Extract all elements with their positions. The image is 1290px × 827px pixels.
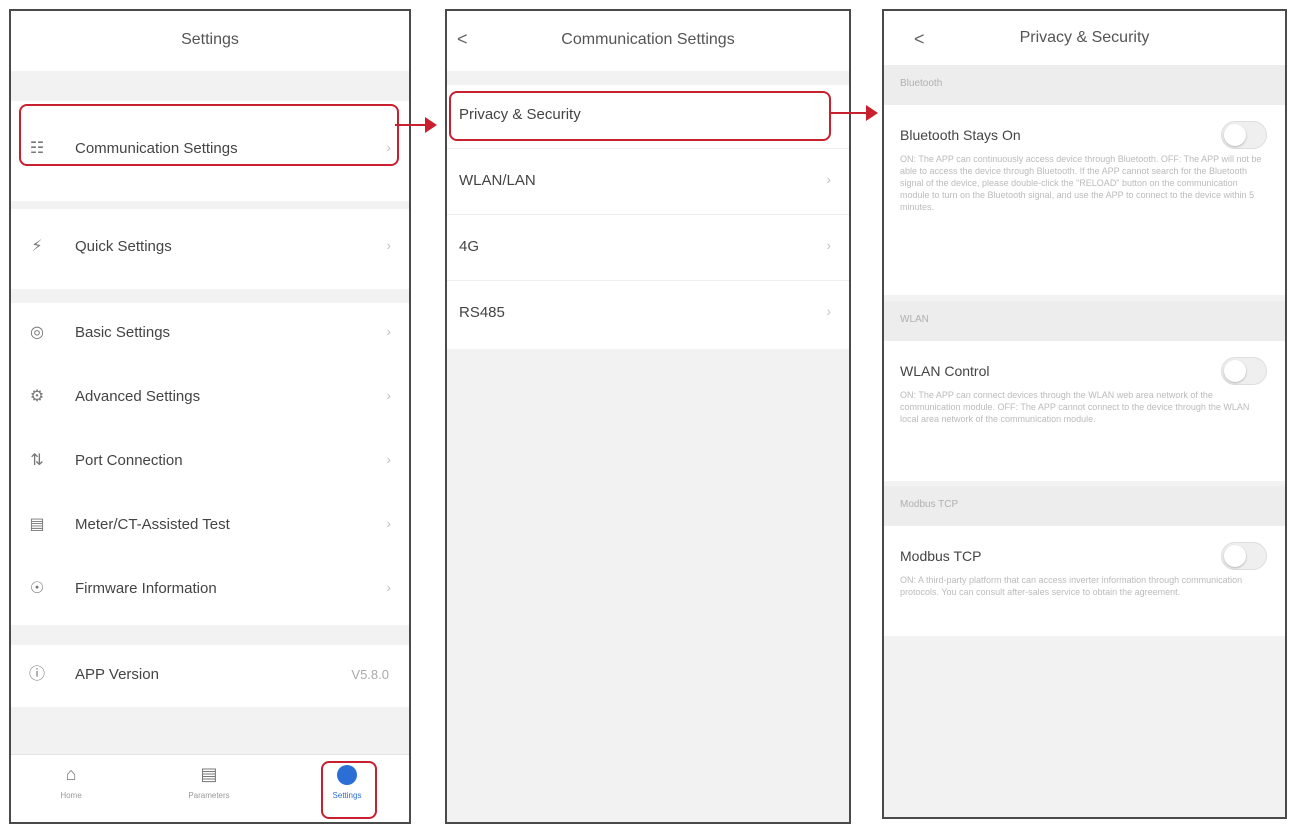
home-icon: ⌂ <box>65 764 77 784</box>
menu-item-basic-settings[interactable]: ◎ Basic Settings › <box>11 303 409 365</box>
arrow-to-privacy-security <box>830 105 878 121</box>
settings-screen: Settings ☷ Communication Settings › ⚡ Qu… <box>9 9 411 824</box>
menu-item-quick-settings[interactable]: ⚡ Quick Settings › <box>11 217 409 279</box>
quick-settings-group: ⚡ Quick Settings › <box>11 209 409 289</box>
advanced-settings-icon: ⚙ <box>29 388 45 405</box>
settings-list-group: ◎ Basic Settings › ⚙ Advanced Settings ›… <box>11 303 409 625</box>
setting-title: WLAN Control <box>900 363 990 379</box>
wlan-toggle[interactable] <box>1221 357 1267 385</box>
chevron-right-icon: › <box>386 387 391 403</box>
chevron-right-icon: › <box>386 451 391 467</box>
section-header-wlan: WLAN <box>884 301 1285 341</box>
app-version-value: V5.8.0 <box>351 667 389 682</box>
menu-item-label: Advanced Settings <box>75 388 201 405</box>
lightning-icon: ⚡ <box>31 238 43 255</box>
port-icon: ⇅ <box>30 452 44 469</box>
setting-title: Modbus TCP <box>900 548 982 564</box>
menu-item-wlan-lan[interactable]: WLAN/LAN › <box>447 151 849 215</box>
privacy-security-screen: < Privacy & Security Bluetooth Bluetooth… <box>882 9 1287 819</box>
section-header-bluetooth: Bluetooth <box>884 65 1285 105</box>
menu-item-advanced-settings[interactable]: ⚙ Advanced Settings › <box>11 367 409 429</box>
menu-item-port-connection[interactable]: ⇅ Port Connection › <box>11 431 409 493</box>
chevron-right-icon: › <box>386 515 391 531</box>
menu-item-label: Port Connection <box>75 452 183 469</box>
menu-item-label: WLAN/LAN <box>459 172 536 189</box>
highlight-privacy-security <box>449 91 831 141</box>
meter-icon: ▤ <box>29 516 45 533</box>
setting-description: ON: The APP can connect devices through … <box>900 390 1250 424</box>
tab-label: Parameters <box>188 791 230 800</box>
menu-item-meter-ct-test[interactable]: ▤ Meter/CT-Assisted Test › <box>11 495 409 557</box>
menu-item-firmware-information[interactable]: ☉ Firmware Information › <box>11 559 409 621</box>
tab-home[interactable]: ⌂ Home <box>31 763 111 800</box>
communication-header: < Communication Settings <box>447 11 849 71</box>
chevron-right-icon: › <box>826 237 831 253</box>
chevron-right-icon: › <box>826 303 831 319</box>
chevron-right-icon: › <box>386 237 391 253</box>
modbus-toggle[interactable] <box>1221 542 1267 570</box>
setting-description: ON: A third-party platform that can acce… <box>900 575 1243 597</box>
bluetooth-setting: Bluetooth Stays On ON: The APP can conti… <box>884 105 1285 295</box>
menu-item-label: Firmware Information <box>75 580 217 597</box>
modbus-setting: Modbus TCP ON: A third-party platform th… <box>884 526 1285 636</box>
menu-item-4g[interactable]: 4G › <box>447 217 849 281</box>
communication-settings-screen: < Communication Settings Privacy & Secur… <box>445 9 851 824</box>
highlight-communication-settings <box>19 104 399 166</box>
info-icon: ⓘ <box>28 666 45 683</box>
menu-item-label: Meter/CT-Assisted Test <box>75 516 230 533</box>
setting-description: ON: The APP can continuously access devi… <box>900 154 1262 212</box>
setting-title: Bluetooth Stays On <box>900 127 1021 143</box>
chevron-right-icon: › <box>386 579 391 595</box>
settings-header: Settings <box>11 11 409 71</box>
tab-label: Home <box>60 791 82 800</box>
section-header-modbus: Modbus TCP <box>884 486 1285 526</box>
chevron-right-icon: › <box>386 323 391 339</box>
menu-item-app-version: ⓘ APP Version V5.8.0 <box>11 645 409 707</box>
menu-item-label: Quick Settings <box>75 238 172 255</box>
app-version-group: ⓘ APP Version V5.8.0 <box>11 645 409 707</box>
firmware-icon: ☉ <box>29 580 45 597</box>
page-title: Privacy & Security <box>1019 29 1150 46</box>
menu-item-label: APP Version <box>75 666 159 683</box>
page-title: Settings <box>181 31 239 48</box>
menu-item-label: Basic Settings <box>75 324 171 341</box>
menu-item-label: RS485 <box>459 304 505 321</box>
chevron-right-icon: › <box>826 171 831 187</box>
settings-icon: ◎ <box>30 324 44 341</box>
highlight-settings-tab <box>321 761 377 819</box>
menu-item-rs485[interactable]: RS485 › <box>447 283 849 347</box>
privacy-header: < Privacy & Security <box>884 11 1285 65</box>
bluetooth-toggle[interactable] <box>1221 121 1267 149</box>
page-title: Communication Settings <box>561 31 735 48</box>
arrow-to-communication-settings <box>395 117 437 133</box>
menu-item-label: 4G <box>459 238 480 255</box>
wlan-setting: WLAN Control ON: The APP can connect dev… <box>884 341 1285 481</box>
document-icon: ▤ <box>200 764 218 784</box>
tab-parameters[interactable]: ▤ Parameters <box>169 763 249 800</box>
